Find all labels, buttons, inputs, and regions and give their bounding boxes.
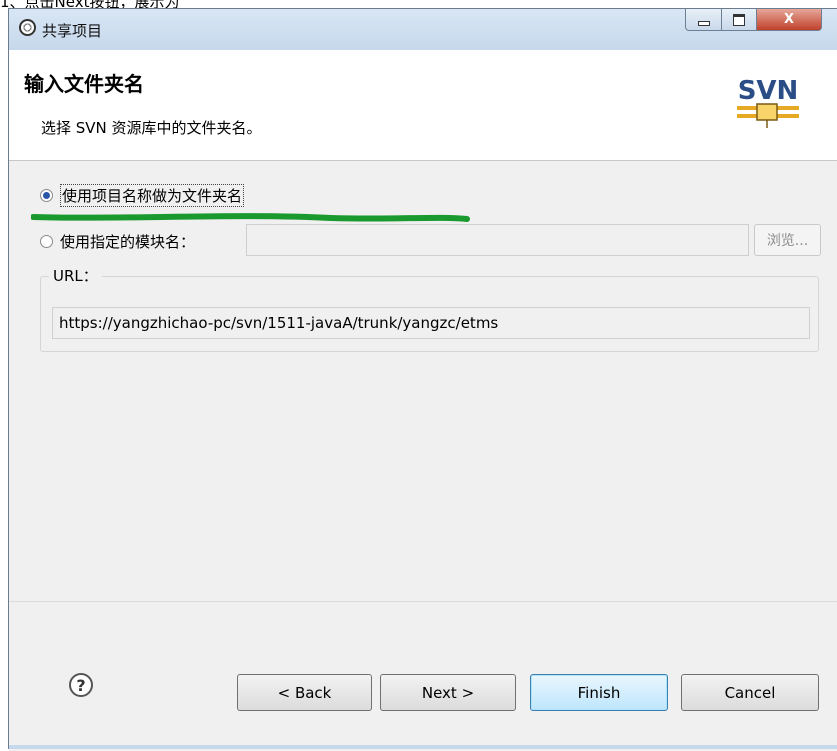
eclipse-app-icon <box>19 19 36 36</box>
cancel-button[interactable]: Cancel <box>681 674 819 711</box>
help-icon[interactable]: ? <box>69 673 93 697</box>
svn-logo-icon: SVN <box>733 76 803 140</box>
page-description: 选择 SVN 资源库中的文件夹名。 <box>41 119 262 137</box>
option-use-project-name[interactable]: 使用项目名称做为文件夹名 <box>40 184 245 207</box>
svn-logo-graphic <box>737 103 799 128</box>
maximize-icon <box>733 13 745 26</box>
title-bar: 共享项目 X <box>9 9 837 51</box>
url-group: URL： https://yangzhichao-pc/svn/1511-jav… <box>40 265 819 352</box>
next-button[interactable]: Next > <box>380 674 516 711</box>
browse-button[interactable]: 浏览... <box>754 224 821 256</box>
back-button[interactable]: < Back <box>237 674 372 711</box>
window-bottom-border <box>9 745 837 749</box>
option-use-specified-module[interactable]: 使用指定的模块名： <box>40 231 195 252</box>
finish-button[interactable]: Finish <box>530 674 668 711</box>
maximize-button[interactable] <box>721 9 757 31</box>
share-project-dialog: 共享项目 X 输入文件夹名 选择 SVN 资源库中的文件夹名。 SVN 使用项目… <box>8 8 837 751</box>
close-button[interactable]: X <box>756 9 822 31</box>
wizard-content: 使用项目名称做为文件夹名 使用指定的模块名： 浏览... URL： https:… <box>9 161 837 601</box>
url-field: https://yangzhichao-pc/svn/1511-javaA/tr… <box>52 307 810 339</box>
close-icon: X <box>783 12 795 27</box>
window-title: 共享项目 <box>42 22 103 40</box>
option-use-project-name-label[interactable]: 使用项目名称做为文件夹名 <box>60 184 245 207</box>
green-annotation-stroke <box>31 213 470 222</box>
wizard-header: 输入文件夹名 选择 SVN 资源库中的文件夹名。 SVN <box>9 50 837 161</box>
wizard-footer: ? < Back Next > Finish Cancel <box>9 601 837 751</box>
radio-use-specified-module[interactable] <box>40 235 53 248</box>
module-name-input[interactable] <box>246 224 749 256</box>
page-title: 输入文件夹名 <box>24 72 144 96</box>
minimize-icon <box>697 21 710 26</box>
url-label: URL： <box>49 265 102 286</box>
minimize-button[interactable] <box>685 9 722 31</box>
radio-use-project-name[interactable] <box>40 189 53 202</box>
option-use-specified-module-label[interactable]: 使用指定的模块名： <box>60 231 195 252</box>
